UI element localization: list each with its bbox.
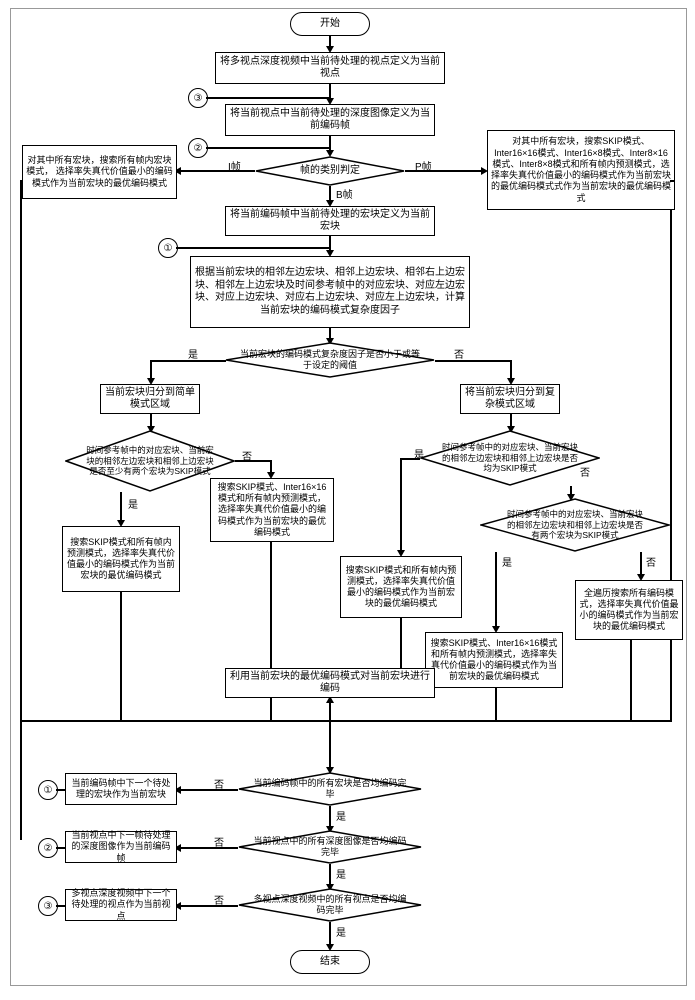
box-complexity: 根据当前宏块的相邻左边宏块、相邻上边宏块、相邻右上边宏块、相邻左上边宏块及时间参…: [190, 256, 470, 328]
lbl-yes-l1: 是: [336, 808, 346, 823]
ref-3-b: ③: [38, 896, 58, 916]
box-b10: 搜索SKIP模式和所有帧内预测模式，选择率失真代价值最小的编码模式作为当前宏块的…: [62, 526, 180, 592]
lbl-yes1: 是: [188, 346, 198, 361]
box-b13: 搜索SKIP模式、Inter16×16模式和所有帧内预测模式，选择率失真代价值最…: [425, 632, 563, 688]
box-simple: 当前宏块归分到简单模式区域: [100, 384, 200, 414]
box-define-view: 将多视点深度视频中当前待处理的视点定义为当前视点: [215, 52, 445, 84]
box-complex: 将当前宏块归分到复杂模式区域: [460, 384, 560, 414]
ref-3-top: ③: [188, 88, 208, 108]
dia-complex-all: 时间参考帧中的对应宏块、当前宏块的相邻左边宏块和相邻上边宏块是否均为SKIP模式: [420, 430, 600, 486]
dia-mb-done: 当前编码帧中的所有宏块是否均编码完毕: [238, 772, 422, 806]
box-encode: 利用当前宏块的最优编码模式对当前宏块进行编码: [225, 668, 435, 698]
end-terminal: 结束: [290, 950, 370, 974]
dia-view-done: 多视点深度视频中的所有视点是否均编码完毕: [238, 888, 422, 922]
dia-threshold: 当前宏块的编码模式复杂度因子是否小于或等于设定的阈值: [225, 342, 435, 378]
box-define-frame: 将当前视点中当前待处理的深度图像定义为当前编码帧: [225, 104, 435, 136]
box-b12: 搜索SKIP模式和所有帧内预测模式，选择率失真代价值最小的编码模式作为当前宏块的…: [340, 556, 462, 618]
box-define-mb: 将当前编码帧中当前待处理的宏块定义为当前宏块: [225, 206, 435, 236]
lbl-no-c1: 否: [580, 464, 590, 479]
lbl-yes-l2: 是: [336, 866, 346, 881]
box-i-frame: 对其中所有宏块，搜索所有帧内宏块模式， 选择率失真代价值最小的编码模式作为当前宏…: [22, 145, 177, 199]
lbl-yes-s: 是: [128, 496, 138, 511]
dia-frame-done: 当前视点中的所有深度图像是否均编码完毕: [238, 830, 422, 864]
lbl-no1: 否: [454, 346, 464, 361]
box-next-mb: 当前编码帧中下一个待处理的宏块作为当前宏块: [65, 773, 177, 805]
ref-1-top: ①: [158, 238, 178, 258]
box-p-frame: 对其中所有宏块，搜索SKIP模式、Inter16×16模式、Inter16×8模…: [487, 130, 675, 210]
dia-complex-two: 时间参考帧中的对应宏块、当前宏块的相邻左边宏块和相邻上边宏块是否有两个宏块为SK…: [480, 498, 670, 552]
box-next-view: 多视点深度视频中下一个待处理的视点作为当前视点: [65, 889, 177, 921]
ref-2-b: ②: [38, 838, 58, 858]
box-b11: 搜索SKIP模式、Inter16×16模式和所有帧内预测模式，选择率失真代价值最…: [210, 478, 334, 542]
dia-frame-type: 帧的类别判定: [255, 156, 405, 186]
lbl-b: B帧: [336, 186, 353, 201]
start-terminal: 开始: [290, 12, 370, 36]
start-label: 开始: [320, 18, 340, 31]
box-next-frame: 当前视点中下一帧待处理的深度图像作为当前编码帧: [65, 831, 177, 863]
ref-1-b: ①: [38, 780, 58, 800]
end-label: 结束: [320, 956, 340, 969]
lbl-no-c2: 否: [646, 554, 656, 569]
lbl-yes-l3: 是: [336, 924, 346, 939]
box-b14: 全遍历搜索所有编码模式，选择率失真代价值最小的编码模式作为当前宏块的最优编码模式: [575, 580, 683, 640]
lbl-yes-c2: 是: [502, 554, 512, 569]
ref-2-top: ②: [188, 138, 208, 158]
